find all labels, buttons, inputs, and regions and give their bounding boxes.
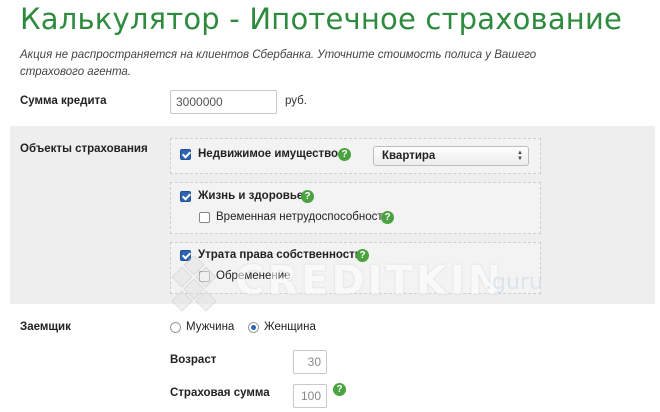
- loan-amount-input[interactable]: [170, 90, 277, 114]
- property-help-icon[interactable]: ?: [338, 148, 351, 161]
- property-checkbox[interactable]: [180, 149, 191, 160]
- age-input[interactable]: [293, 350, 327, 374]
- encumbrance-label: Обременение: [216, 270, 291, 282]
- borrower-female-label: Женщина: [264, 321, 316, 333]
- disclaimer-note: Акция не распространяется на клиентов Сб…: [20, 49, 537, 78]
- life-label: Жизнь и здоровье: [198, 190, 304, 202]
- borrower-label: Заемщик: [20, 321, 71, 333]
- encumbrance-checkbox[interactable]: [199, 271, 210, 282]
- life-help-icon[interactable]: ?: [301, 190, 314, 203]
- loan-amount-unit: руб.: [285, 95, 307, 107]
- title-loss-label: Утрата права собственности: [198, 249, 362, 261]
- borrower-male-radio[interactable]: [170, 322, 181, 333]
- select-arrows-icon: ▲ ▼: [517, 150, 523, 162]
- property-type-select[interactable]: Квартира ▲ ▼: [373, 146, 529, 166]
- life-checkbox[interactable]: [180, 191, 191, 202]
- insured-sum-help-icon[interactable]: ?: [333, 383, 346, 396]
- property-label: Недвижимое имущество: [198, 148, 339, 160]
- insured-sum-label: Страховая сумма: [170, 387, 270, 399]
- age-label: Возраст: [170, 354, 217, 366]
- insurance-objects-label: Объекты страхования: [20, 143, 148, 155]
- title-loss-checkbox[interactable]: [180, 250, 191, 261]
- page-title: Калькулятор - Ипотечное страхование: [20, 2, 623, 36]
- borrower-male-label: Мужчина: [186, 321, 235, 333]
- insured-sum-input[interactable]: [293, 384, 327, 408]
- property-type-value: Квартира: [382, 150, 436, 162]
- disability-checkbox[interactable]: [199, 212, 210, 223]
- title-loss-help-icon[interactable]: ?: [356, 249, 369, 262]
- borrower-female-radio[interactable]: [248, 322, 259, 333]
- disability-help-icon[interactable]: ?: [381, 211, 394, 224]
- loan-amount-label: Сумма кредита: [20, 95, 107, 107]
- disability-label: Временная нетрудоспособность: [216, 211, 389, 223]
